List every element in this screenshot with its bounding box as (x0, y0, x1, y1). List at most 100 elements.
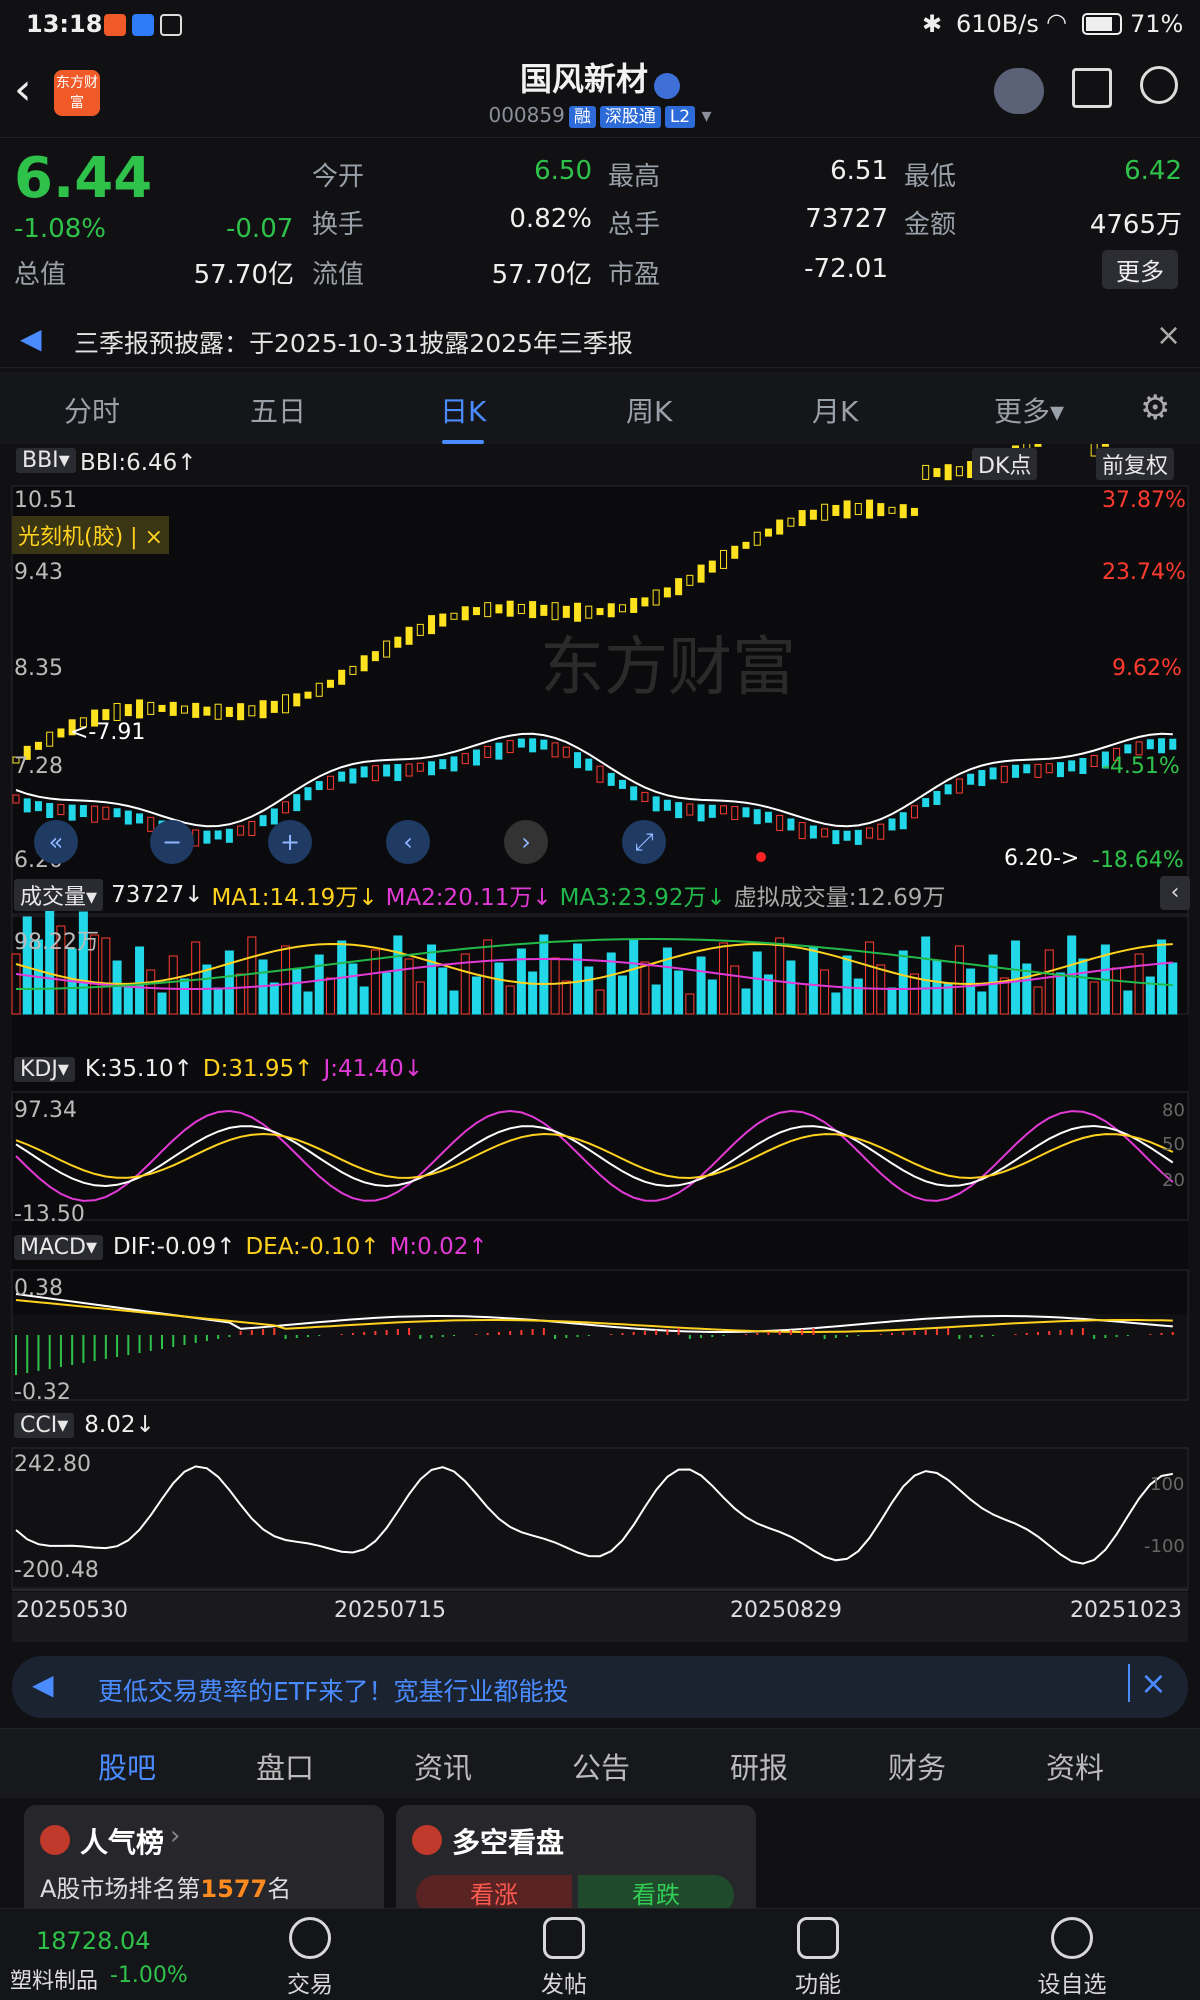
trade-button[interactable]: 交易 (250, 1917, 370, 1999)
popularity-card[interactable]: 人气榜 › A股市场排名第1577名 (24, 1805, 384, 1920)
fullscreen-icon[interactable]: ⤢ (622, 820, 666, 864)
low-value: 6.42 (1124, 156, 1182, 186)
functions-button[interactable]: 功能 (758, 1917, 878, 1999)
event-dot[interactable] (756, 852, 766, 862)
scan-notification-icon (160, 14, 182, 36)
concept-tag[interactable]: 光刻机(胶) | × (12, 516, 169, 554)
low-marker-note: 6.20-> (1004, 846, 1080, 871)
scroll-left-icon[interactable]: ‹ (386, 820, 430, 864)
scroll-right-icon[interactable]: › (504, 820, 548, 864)
macd-indicator-select[interactable]: MACD▾ (14, 1234, 103, 1260)
connect-tag: 深股通 (599, 106, 661, 128)
adjustment-button[interactable]: 前复权 (1096, 448, 1175, 480)
assistant-robot-icon[interactable] (994, 68, 1044, 114)
cci-indicator-select[interactable]: CCI▾ (14, 1412, 75, 1438)
tab-five-day[interactable]: 五日 (250, 390, 306, 430)
tab-daily-k[interactable]: 日K (440, 390, 486, 430)
volume-ma2: MA2:20.11万↓ (385, 885, 552, 911)
period-tabs: 分时 五日 日K 周K 月K 更多▾ ⚙ (0, 372, 1200, 444)
price-candle (607, 772, 615, 786)
tab-pankou[interactable]: 盘口 (256, 1745, 314, 1787)
dk-point-button[interactable]: DK点 (972, 448, 1038, 480)
history-candle (428, 615, 436, 635)
sector-index-value[interactable]: 18728.04 (36, 1927, 151, 1955)
history-candle (697, 564, 705, 583)
low-label: 最低 (904, 162, 957, 192)
price-candle (23, 798, 31, 813)
expand-left-icon[interactable]: « (34, 820, 78, 864)
status-bar: 13:18 ✱ 610B/s ◠ 71% (0, 0, 1200, 50)
tab-profile[interactable]: 资料 (1046, 1745, 1104, 1787)
add-watchlist-button[interactable]: 设自选 (1012, 1917, 1132, 1999)
open-label: 今开 (312, 162, 365, 192)
history-candle (809, 509, 817, 520)
collapse-left-icon[interactable]: ‹ (1160, 876, 1190, 910)
kdj-top: 97.34 (14, 1098, 77, 1123)
kdj-indicator-select[interactable]: KDJ▾ (14, 1056, 75, 1082)
price-candle (540, 739, 548, 750)
history-candle (439, 613, 447, 627)
tab-news[interactable]: 资讯 (414, 1745, 472, 1787)
main-indicator-select[interactable]: BBI▾ (16, 448, 76, 473)
etf-promo-banner[interactable]: ◀ 更低交易费率的ETF来了！宽基行业都能投 × (12, 1656, 1188, 1718)
pct-tick-3: 9.62% (1112, 656, 1182, 681)
kdj-ref-20: 20 (1162, 1170, 1185, 1191)
bull-bear-card[interactable]: 多空看盘 看涨 看跌 (396, 1805, 756, 1920)
banner-close-icon[interactable]: × (1128, 1664, 1167, 1702)
cloud-notification-icon (132, 14, 154, 36)
tab-guba[interactable]: 股吧 (98, 1745, 156, 1787)
search-icon[interactable] (1140, 66, 1178, 104)
notice-bar[interactable]: ◀ 三季报预披露：于2025-10-31披露2025年三季报 × (0, 308, 1200, 368)
volume-bar (752, 951, 762, 1015)
content-tabs: 股吧 盘口 资讯 公告 研报 财务 资料 (0, 1728, 1200, 1798)
tab-more[interactable]: 更多▾ (994, 390, 1064, 430)
price-candle (472, 749, 480, 766)
ranking-icon (40, 1825, 70, 1855)
price-candle (517, 738, 525, 748)
kline-chart-area[interactable]: 东方财富 (0, 444, 1200, 1644)
history-candle (192, 702, 200, 718)
price-candle (899, 812, 907, 830)
tab-weekly-k[interactable]: 周K (626, 390, 672, 430)
history-candle (910, 507, 918, 516)
history-candle (158, 704, 166, 712)
share-icon[interactable] (1072, 68, 1112, 108)
tab-announcements[interactable]: 公告 (572, 1745, 630, 1787)
history-candle (169, 701, 177, 716)
history-candle (675, 578, 683, 596)
volume-bar (629, 938, 639, 1015)
history-candle (540, 604, 548, 616)
more-button[interactable]: 更多 (1102, 250, 1178, 289)
history-candle (394, 636, 402, 648)
price-candle (933, 790, 941, 805)
zoom-out-icon[interactable]: − (150, 820, 194, 864)
volume-bar (617, 975, 627, 1015)
tab-monthly-k[interactable]: 月K (812, 390, 858, 430)
price-candle (1023, 764, 1031, 774)
pct-tick-5: -18.64% (1092, 848, 1184, 873)
price-candle (1169, 738, 1177, 750)
history-candle (866, 499, 874, 519)
high-marker-note: <-7.91 (70, 720, 146, 745)
volume-bar (213, 987, 223, 1015)
tab-research[interactable]: 研报 (730, 1745, 788, 1787)
volume-bar (123, 983, 133, 1015)
turnover-value: 0.82% (509, 204, 592, 234)
price-candle (529, 738, 537, 753)
volume-bar (674, 970, 684, 1015)
close-icon[interactable]: × (1156, 318, 1181, 353)
zoom-in-icon[interactable]: + (268, 820, 312, 864)
sector-name[interactable]: 塑料制品 (10, 1963, 98, 1995)
float-label: 流值 (312, 260, 365, 290)
post-button[interactable]: 发帖 (504, 1917, 624, 1999)
cci-value: 8.02↓ (84, 1412, 155, 1438)
open-value: 6.50 (534, 156, 592, 186)
price-candle (270, 808, 278, 825)
high-label: 最高 (608, 162, 661, 192)
volume-bar (966, 968, 976, 1015)
watermark: 东方财富 (540, 631, 796, 703)
tab-finance[interactable]: 财务 (888, 1745, 946, 1787)
tab-intraday[interactable]: 分时 (64, 390, 120, 430)
settings-gear-icon[interactable]: ⚙ (1140, 388, 1170, 428)
volume-indicator-select[interactable]: 成交量▾ (14, 879, 104, 911)
